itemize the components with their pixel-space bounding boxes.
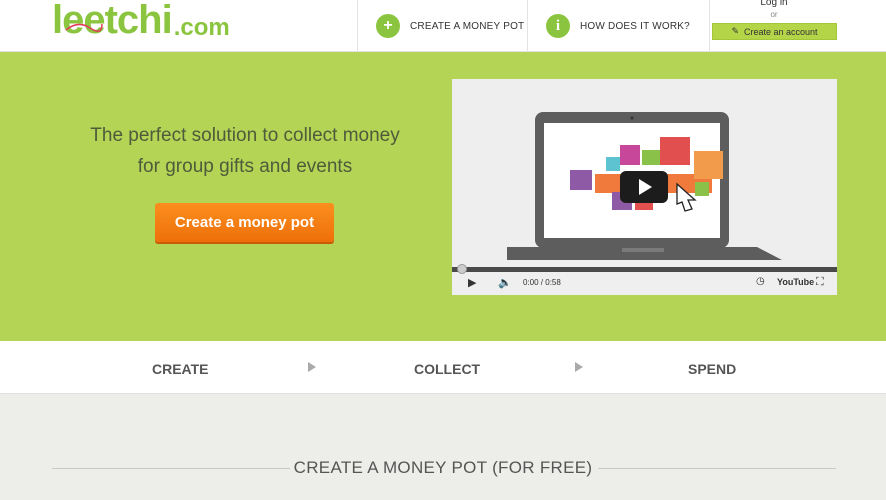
tile-icon xyxy=(695,182,709,196)
plus-icon: + xyxy=(376,14,400,38)
arrow-right-icon xyxy=(575,362,583,372)
tagline-line-2: for group gifts and events xyxy=(137,156,353,177)
nav-how-it-works-label: HOW DOES IT WORK? xyxy=(580,20,690,32)
tile-icon xyxy=(606,157,620,171)
create-account-button[interactable]: ✎ Create an account xyxy=(712,23,837,40)
video-time: 0:00 / 0:58 xyxy=(523,278,561,287)
divider xyxy=(52,468,290,469)
video-controls: ▶ 🔈 0:00 / 0:58 ◷ YouTube ⛶ xyxy=(452,264,837,295)
nav-how-it-works[interactable]: i HOW DOES IT WORK? xyxy=(527,0,709,52)
or-separator: or xyxy=(770,10,778,19)
login-link[interactable]: Log in xyxy=(710,0,838,8)
steps-bar: CREATE COLLECT SPEND xyxy=(0,341,886,394)
video-scrubber[interactable] xyxy=(457,264,467,274)
logo-text: leetchi xyxy=(52,0,173,42)
tile-icon xyxy=(642,150,660,165)
play-icon[interactable]: ▶ xyxy=(468,276,476,289)
auth-box: Log in or ✎ Create an account xyxy=(709,0,886,52)
tile-icon xyxy=(660,137,690,165)
tile-icon xyxy=(620,145,640,165)
info-icon: i xyxy=(546,14,570,38)
video-thumbnail xyxy=(452,79,837,267)
tile-icon xyxy=(570,170,592,190)
section-title: CREATE A MONEY POT (FOR FREE) xyxy=(293,458,593,477)
tile-icon xyxy=(694,151,723,179)
hero-section: The perfect solution to collect money fo… xyxy=(0,52,886,341)
pencil-icon: ✎ xyxy=(731,26,739,36)
watch-later-icon[interactable]: ◷ xyxy=(756,276,765,287)
nav-create-money-pot[interactable]: + CREATE A MONEY POT xyxy=(357,0,527,52)
create-section: CREATE A MONEY POT (FOR FREE) xyxy=(0,394,886,500)
video-progress-bar[interactable] xyxy=(452,264,837,274)
arrow-right-icon xyxy=(308,362,316,372)
logo-suffix: .com xyxy=(173,14,230,41)
site-header: leetchi .com + CREATE A MONEY POT i HOW … xyxy=(0,0,886,52)
video-player[interactable]: ▶ 🔈 0:00 / 0:58 ◷ YouTube ⛶ xyxy=(452,79,837,295)
volume-icon[interactable]: 🔈 xyxy=(498,276,512,289)
fullscreen-icon[interactable]: ⛶ xyxy=(816,276,824,289)
youtube-logo[interactable]: YouTube xyxy=(777,277,814,287)
step-create: CREATE xyxy=(152,361,209,377)
divider xyxy=(598,468,836,469)
step-spend: SPEND xyxy=(688,361,737,377)
leetchi-logo[interactable]: leetchi .com xyxy=(52,0,230,40)
logo-string-graphic xyxy=(65,23,103,32)
step-collect: COLLECT xyxy=(414,361,481,377)
create-account-label: Create an account xyxy=(744,26,818,37)
create-money-pot-button[interactable]: Create a money pot xyxy=(155,203,334,242)
hero-tagline: The perfect solution to collect money fo… xyxy=(60,120,430,182)
nav-create-money-pot-label: CREATE A MONEY POT xyxy=(410,20,525,32)
tagline-line-1: The perfect solution to collect money xyxy=(90,125,400,146)
